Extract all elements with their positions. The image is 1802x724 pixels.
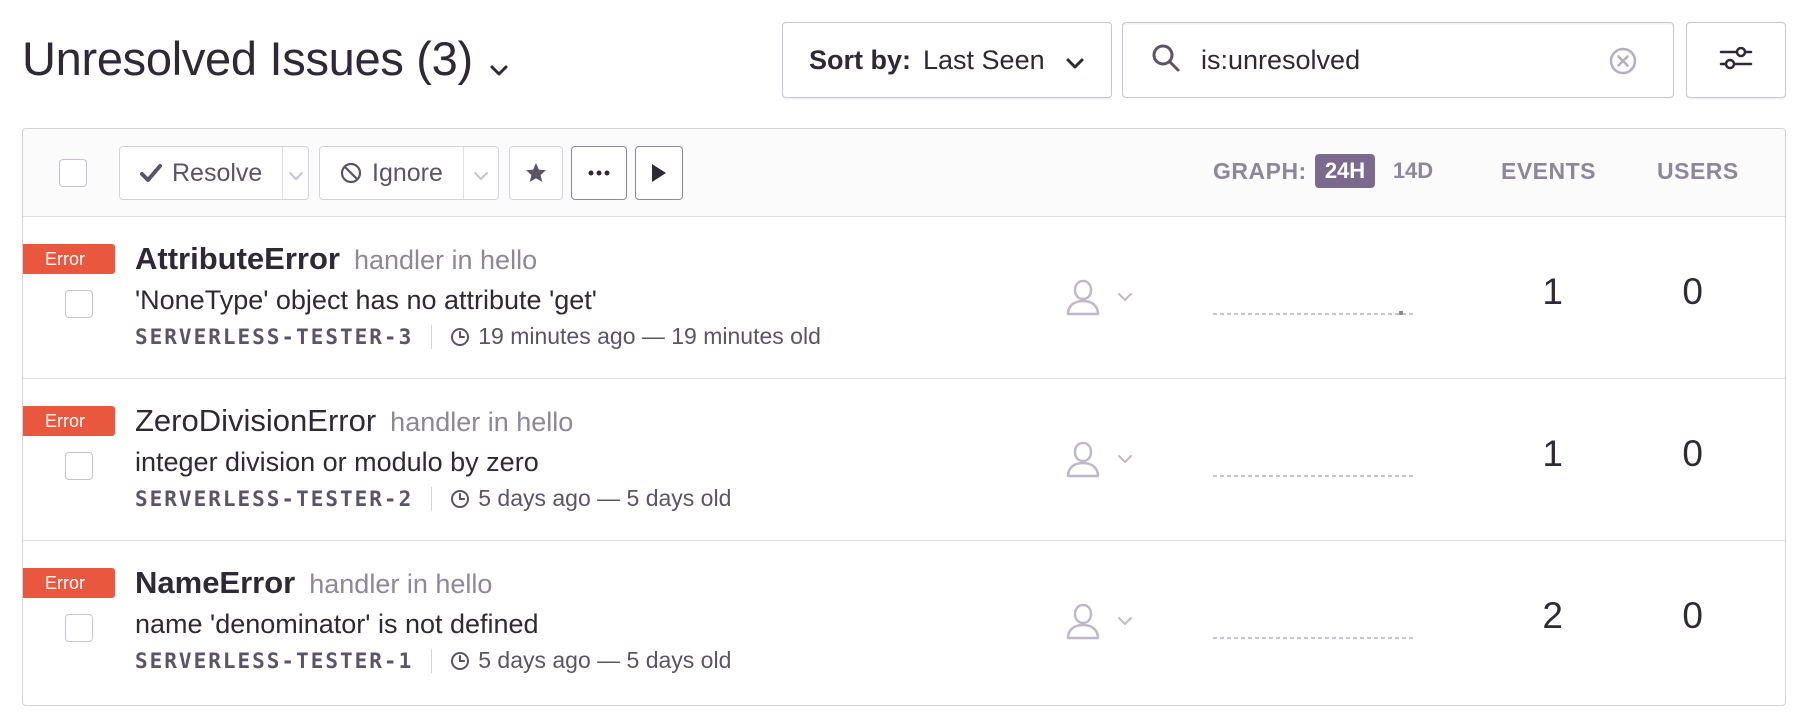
graph-option-24h[interactable]: 24H [1315,154,1375,188]
chevron-down-icon [1117,454,1133,464]
ignore-button[interactable]: Ignore [320,147,463,199]
user-icon [1063,277,1103,317]
issue-short-id[interactable]: SERVERLESS-TESTER-1 [135,649,413,673]
clock-icon [451,489,470,508]
issue-short-id[interactable]: SERVERLESS-TESTER-2 [135,487,413,511]
event-sparkline [1213,305,1413,323]
level-badge: Error [23,406,115,436]
search-input[interactable] [1201,44,1601,76]
issue-time: 5 days ago — 5 days old [450,647,731,674]
users-count: 0 [1682,271,1703,312]
meta-divider [431,486,433,511]
search-icon [1151,43,1181,78]
table-row[interactable]: Error NameError handler in hello name 'de… [23,541,1785,703]
issue-meta: SERVERLESS-TESTER-3 19 minutes ago — 19 … [135,323,821,350]
graph-label: GRAPH: [1213,158,1307,184]
issue-time: 5 days ago — 5 days old [450,485,731,512]
issue-message: integer division or modulo by zero [135,447,539,477]
page-title-text: Unresolved Issues (3) [22,32,473,85]
issue-time-text: 5 days ago — 5 days old [478,647,732,673]
level-badge: Error [23,568,115,598]
issue-culprit: handler in hello [309,569,493,599]
issue-title[interactable]: ZeroDivisionError handler in hello [135,403,573,439]
star-icon [524,161,548,185]
clock-icon [451,651,470,670]
user-icon [1063,601,1103,641]
issue-meta: SERVERLESS-TESTER-1 5 days ago — 5 days … [135,647,731,674]
issue-type[interactable]: AttributeError [135,241,340,276]
issue-message: 'NoneType' object has no attribute 'get' [135,285,597,315]
users-count: 0 [1682,595,1703,636]
checkmark-icon [140,163,162,183]
row-checkbox[interactable] [65,614,93,642]
issues-list: Error AttributeError handler in hello 'No… [23,217,1785,703]
row-checkbox[interactable] [65,452,93,480]
level-badge: Error [23,244,115,274]
resolve-button-group: Resolve [119,146,309,200]
issue-title[interactable]: NameError handler in hello [135,565,492,601]
graph-option-14d[interactable]: 14D [1383,154,1443,188]
users-count: 0 [1682,433,1703,474]
resolve-dropdown-toggle[interactable] [282,147,308,199]
issue-culprit: handler in hello [390,407,574,437]
users-column-header: USERS [1657,158,1739,184]
assignee-selector[interactable] [1063,439,1133,479]
filter-button[interactable] [1686,22,1786,98]
more-actions-button[interactable] [571,146,627,200]
page-title[interactable]: Unresolved Issues (3) [22,28,509,89]
chevron-down-icon [1117,616,1133,626]
select-all-checkbox[interactable] [59,159,87,187]
chevron-down-icon [489,34,509,89]
filter-sliders-icon [1718,43,1754,78]
chevron-down-icon [288,159,304,188]
events-count: 1 [1542,433,1563,474]
issue-message: name 'denominator' is not defined [135,609,539,639]
issues-panel: Resolve Ignore GRAPH: 24H 14D EVENTS USE… [22,128,1786,706]
chevron-down-icon [1117,292,1133,302]
resolve-label: Resolve [172,158,263,187]
table-row[interactable]: Error AttributeError handler in hello 'No… [23,217,1785,379]
meta-divider [431,648,433,673]
assignee-selector[interactable] [1063,277,1133,317]
issue-title[interactable]: AttributeError handler in hello [135,241,537,277]
ignore-label: Ignore [372,158,443,187]
sort-label: Sort by: [809,44,912,75]
sort-dropdown[interactable]: Sort by: Last Seen [782,22,1112,98]
issue-type[interactable]: ZeroDivisionError [135,403,376,438]
chevron-down-icon [1065,47,1085,78]
clear-icon[interactable] [1607,45,1639,82]
realtime-play-button[interactable] [635,146,683,200]
user-icon [1063,439,1103,479]
assignee-selector[interactable] [1063,601,1133,641]
event-sparkline [1213,467,1413,485]
ignore-icon [340,162,362,184]
table-row[interactable]: Error ZeroDivisionError handler in hello … [23,379,1785,541]
events-count: 1 [1542,271,1563,312]
more-icon [588,170,610,176]
bookmark-button[interactable] [509,146,563,200]
issue-time-text: 19 minutes ago — 19 minutes old [478,323,821,349]
issue-type[interactable]: NameError [135,565,295,600]
play-icon [650,162,668,184]
issue-short-id[interactable]: SERVERLESS-TESTER-3 [135,325,413,349]
row-checkbox[interactable] [65,290,93,318]
ignore-dropdown-toggle[interactable] [462,147,498,199]
sort-value: Last Seen [923,44,1045,75]
clock-icon [451,327,470,346]
meta-divider [431,324,433,349]
search-bar [1122,22,1674,98]
events-column-header: EVENTS [1501,158,1597,184]
issue-meta: SERVERLESS-TESTER-2 5 days ago — 5 days … [135,485,731,512]
ignore-button-group: Ignore [319,146,499,200]
issue-culprit: handler in hello [353,245,538,275]
event-sparkline [1213,629,1413,647]
issue-time-text: 5 days ago — 5 days old [478,485,732,511]
chevron-down-icon [473,159,489,188]
issue-time: 19 minutes ago — 19 minutes old [450,323,821,350]
issues-toolbar: Resolve Ignore GRAPH: 24H 14D EVENTS USE… [23,129,1785,217]
events-count: 2 [1542,595,1563,636]
resolve-button[interactable]: Resolve [120,147,282,199]
